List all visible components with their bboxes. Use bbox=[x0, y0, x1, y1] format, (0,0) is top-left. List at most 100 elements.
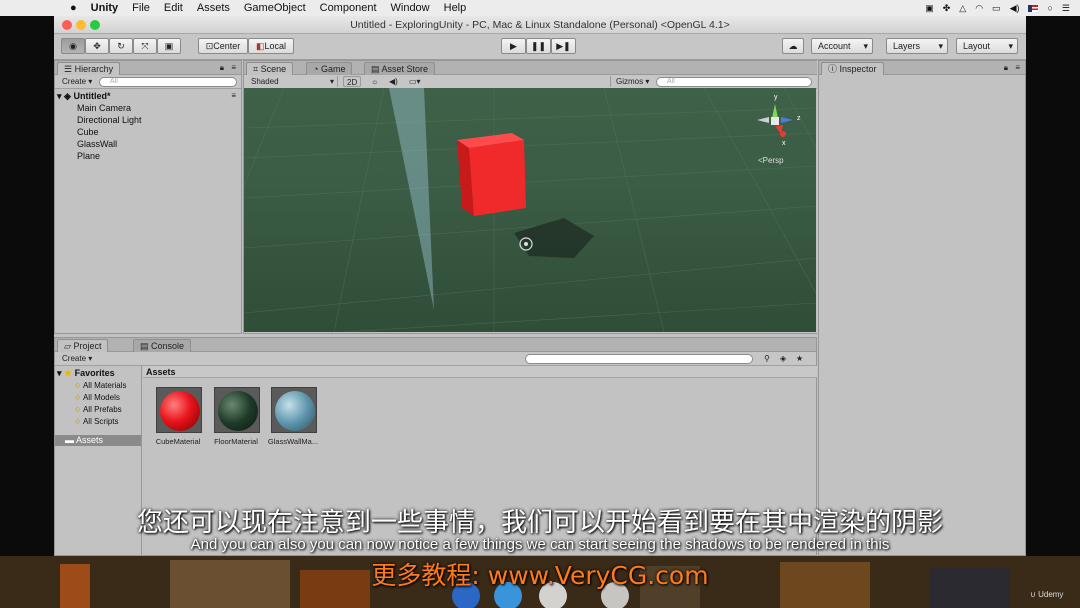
flag-icon[interactable] bbox=[1028, 4, 1039, 12]
play-button[interactable]: ▶ bbox=[501, 38, 526, 54]
layout-dropdown[interactable]: Layout ▾ bbox=[956, 38, 1018, 54]
tab-scene[interactable]: ⌗ Scene bbox=[246, 62, 294, 75]
inspector-panel: ⓘ Inspector 🔒︎ ≡ bbox=[818, 60, 1026, 556]
project-search-input[interactable] bbox=[525, 354, 753, 364]
scene-search-input[interactable]: All bbox=[656, 77, 812, 87]
toggle-2d-button[interactable]: 2D bbox=[343, 76, 362, 87]
asset-glasswallmaterial[interactable] bbox=[271, 387, 317, 433]
minimize-window-button[interactable] bbox=[76, 20, 86, 30]
gizmos-dropdown[interactable]: Gizmos ▾ bbox=[610, 76, 652, 87]
volume-icon[interactable]: ◀) bbox=[1010, 3, 1020, 14]
asset-floormaterial[interactable] bbox=[214, 387, 260, 433]
panel-menu-icon[interactable]: ≡ bbox=[228, 62, 239, 73]
eye-icon: ◉ bbox=[69, 41, 77, 51]
hand-tool-button[interactable]: ◉ bbox=[61, 38, 85, 54]
projection-toggle[interactable]: <Persp bbox=[758, 156, 784, 165]
lock-icon[interactable]: 🔒︎ bbox=[217, 62, 227, 73]
search-by-type-icon[interactable]: ⚲ bbox=[761, 353, 773, 364]
layout-label: Layout bbox=[963, 41, 991, 51]
scene-effects-icon[interactable]: ▭▾ bbox=[406, 76, 424, 87]
favorite-all-prefabs[interactable]: ○ All Prefabs bbox=[75, 404, 122, 414]
window-title: Untitled - ExploringUnity - PC, Mac & Li… bbox=[350, 19, 730, 31]
menu-window[interactable]: Window bbox=[391, 2, 430, 14]
folder-icon: ▬ bbox=[65, 435, 74, 445]
hierarchy-item-glasswall[interactable]: GlassWall bbox=[77, 139, 117, 149]
scene-menu-icon[interactable]: ≡ bbox=[228, 90, 239, 101]
tab-inspector[interactable]: ⓘ Inspector bbox=[821, 62, 884, 75]
window-titlebar: Untitled - ExploringUnity - PC, Mac & Li… bbox=[54, 16, 1026, 34]
assets-folder-item[interactable]: ▬ Assets bbox=[55, 435, 141, 446]
rect-tool-button[interactable]: ▣ bbox=[157, 38, 181, 54]
favorite-star-icon[interactable]: ★ bbox=[793, 353, 806, 364]
pivot-local-button[interactable]: ◧Local bbox=[248, 38, 294, 54]
lock-icon[interactable]: 🔒︎ bbox=[1001, 62, 1011, 73]
zoom-window-button[interactable] bbox=[90, 20, 100, 30]
folder-icon: ▱ bbox=[64, 341, 71, 351]
wifi-icon[interactable]: ◠ bbox=[975, 3, 983, 14]
rect-icon: ▣ bbox=[164, 41, 174, 51]
favorite-all-materials[interactable]: ○ All Materials bbox=[75, 380, 127, 390]
close-window-button[interactable] bbox=[62, 20, 72, 30]
search-icon: ○ bbox=[75, 404, 81, 414]
rotate-tool-button[interactable]: ↻ bbox=[109, 38, 133, 54]
tab-game[interactable]: ◔ Game bbox=[306, 62, 353, 75]
layers-dropdown[interactable]: Layers ▾ bbox=[886, 38, 948, 54]
search-icon[interactable]: ○ bbox=[1047, 3, 1052, 13]
favorite-all-models[interactable]: ○ All Models bbox=[75, 392, 120, 402]
material-sphere-icon bbox=[218, 391, 258, 431]
scene-viewport[interactable]: y z x <Persp bbox=[244, 88, 816, 332]
mac-menu-bar: ● Unity File Edit Assets GameObject Comp… bbox=[0, 0, 1080, 16]
rotate-icon: ↻ bbox=[117, 41, 125, 51]
cube[interactable] bbox=[469, 140, 526, 216]
account-dropdown[interactable]: Account ▾ bbox=[811, 38, 873, 54]
hierarchy-create-button[interactable]: Create ▾ bbox=[59, 76, 95, 87]
favorites-row[interactable]: ▾ ★ Favorites bbox=[57, 368, 115, 379]
cloud-button[interactable]: ☁ bbox=[782, 38, 804, 54]
drive-icon[interactable]: △ bbox=[959, 3, 966, 14]
orientation-gizmo[interactable]: y z x bbox=[749, 94, 809, 154]
favorites-label: Favorites bbox=[74, 368, 115, 378]
assets-header[interactable]: Assets bbox=[146, 367, 176, 377]
menu-assets[interactable]: Assets bbox=[197, 2, 230, 14]
pause-button[interactable]: ❚❚ bbox=[526, 38, 551, 54]
hierarchy-item-directional-light[interactable]: Directional Light bbox=[77, 115, 142, 125]
asset-cubematerial[interactable] bbox=[156, 387, 202, 433]
pivot-center-button[interactable]: ⊡Center bbox=[198, 38, 248, 54]
layers-label: Layers bbox=[893, 41, 921, 51]
project-create-button[interactable]: Create ▾ bbox=[59, 353, 95, 364]
shading-mode-dropdown[interactable]: Shaded ▾ bbox=[248, 76, 338, 87]
favorite-all-scripts[interactable]: ○ All Scripts bbox=[75, 416, 119, 426]
menu-file[interactable]: File bbox=[132, 2, 150, 14]
assets-folder-label: Assets bbox=[76, 435, 104, 445]
apple-icon[interactable]: ● bbox=[70, 2, 77, 14]
project-tabstrip: ▱ Project ▤ Console bbox=[55, 338, 816, 352]
menu-help[interactable]: Help bbox=[444, 2, 467, 14]
move-tool-button[interactable]: ✥ bbox=[85, 38, 109, 54]
menu-component[interactable]: Component bbox=[320, 2, 377, 14]
battery-icon[interactable]: ▭ bbox=[992, 3, 1001, 14]
hierarchy-item-cube[interactable]: Cube bbox=[77, 127, 99, 137]
screen-capture-icon[interactable]: ▣ bbox=[925, 3, 934, 14]
step-icon: ▶❚ bbox=[556, 41, 571, 51]
search-by-label-icon[interactable]: ◈ bbox=[777, 353, 789, 364]
panel-menu-icon[interactable]: ≡ bbox=[1012, 62, 1023, 73]
scene-lighting-icon[interactable]: ☼ bbox=[368, 76, 381, 87]
scale-tool-button[interactable]: ⤧ bbox=[133, 38, 157, 54]
tab-console[interactable]: ▤ Console bbox=[133, 339, 192, 352]
tab-hierarchy[interactable]: ☰ Hierarchy bbox=[57, 62, 121, 75]
hierarchy-search-input[interactable]: All bbox=[99, 77, 237, 87]
scene-root-row[interactable]: ▾ ◈ Untitled* bbox=[57, 91, 110, 102]
notification-center-icon[interactable]: ☰ bbox=[1062, 3, 1070, 14]
menu-unity[interactable]: Unity bbox=[91, 2, 119, 14]
shading-mode-label: Shaded bbox=[251, 77, 279, 86]
menu-edit[interactable]: Edit bbox=[164, 2, 183, 14]
hierarchy-item-plane[interactable]: Plane bbox=[77, 151, 100, 161]
tab-asset-store[interactable]: ▤ Asset Store bbox=[364, 62, 436, 75]
hierarchy-item-main-camera[interactable]: Main Camera bbox=[77, 103, 131, 113]
puzzle-icon[interactable]: ✤ bbox=[943, 3, 951, 14]
scene-render bbox=[244, 88, 816, 332]
menu-gameobject[interactable]: GameObject bbox=[244, 2, 306, 14]
scene-audio-icon[interactable]: ◀) bbox=[386, 76, 401, 87]
step-button[interactable]: ▶❚ bbox=[551, 38, 576, 54]
tab-project[interactable]: ▱ Project bbox=[57, 339, 109, 352]
